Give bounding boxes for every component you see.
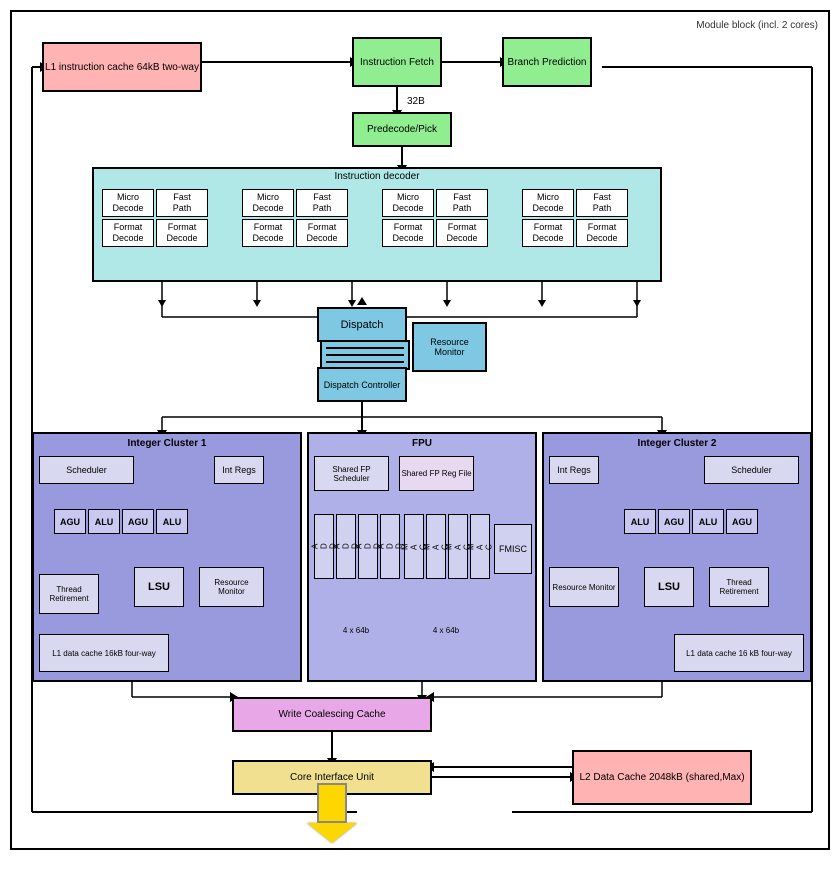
mac-2: MAC [426, 514, 446, 579]
fpu-label: FPU [412, 438, 432, 449]
fpu-add-bottom-label: 4 x 64b [314, 626, 398, 635]
thread-ret-2: Thread Retirement [709, 567, 769, 607]
mac-3: MAC [448, 514, 468, 579]
add-3: ADD [358, 514, 378, 579]
micro-decode-2: MicroDecode [242, 189, 294, 217]
format-decode-3b: FormatDecode [436, 219, 488, 247]
format-decode-2b: FormatDecode [296, 219, 348, 247]
write-coalescing-cache: Write Coalescing Cache [232, 697, 432, 732]
format-decode-4a: FormatDecode [522, 219, 574, 247]
fpu-mac-bottom-label: 4 x 64b [404, 626, 488, 635]
alu-2b: ALU [692, 509, 724, 534]
branch-prediction: Branch Prediction [502, 37, 592, 87]
l2-data-cache: L2 Data Cache 2048kB (shared,Max) [572, 750, 752, 805]
agu-1a: AGU [54, 509, 86, 534]
alu-1a: ALU [88, 509, 120, 534]
mac-4: MAC [470, 514, 490, 579]
micro-decode-1: MicroDecode [102, 189, 154, 217]
add-4: ADD [380, 514, 400, 579]
lsu-1: LSU [134, 567, 184, 607]
int-regs-2: Int Regs [549, 456, 599, 484]
micro-decode-3: MicroDecode [382, 189, 434, 217]
arrow-head [307, 823, 357, 843]
res-monitor-1: Resource Monitor [199, 567, 264, 607]
format-decode-2a: FormatDecode [242, 219, 294, 247]
micro-decode-4: MicroDecode [522, 189, 574, 217]
fast-path-1: FastPath [156, 189, 208, 217]
predecode-pick: Predecode/Pick [352, 112, 452, 147]
svg-text:32B: 32B [407, 96, 425, 107]
agu-1b: AGU [122, 509, 154, 534]
format-decode-4b: FormatDecode [576, 219, 628, 247]
instr-decoder-label: Instruction decoder [334, 171, 419, 182]
resource-monitor-dispatch: Resource Monitor [412, 322, 487, 372]
fpu-mac-group: MAC MAC MAC MAC [404, 514, 490, 579]
decode-group-2: MicroDecode FastPath FormatDecode Format… [242, 189, 348, 247]
scheduler-1: Scheduler [39, 456, 134, 484]
dispatch-block: Dispatch [317, 307, 407, 342]
module-label: Module block (incl. 2 cores) [696, 20, 818, 31]
fpu-add-group: ADD ADD ADD ADD [314, 514, 400, 579]
instruction-decoder: Instruction decoder MicroDecode FastPath… [92, 167, 662, 282]
thread-ret-1: Thread Retirement [39, 574, 99, 614]
l1-instruction-cache: L1 instruction cache 64kB two-way [42, 42, 202, 92]
dispatch-controller: Dispatch Controller [317, 367, 407, 402]
instruction-fetch: Instruction Fetch [352, 37, 442, 87]
shared-fp-reg-file: Shared FP Reg File [399, 456, 474, 491]
integer-cluster-1: Integer Cluster 1 Scheduler Int Regs AGU… [32, 432, 302, 682]
agu-2b: AGU [726, 509, 758, 534]
format-decode-1b: FormatDecode [156, 219, 208, 247]
agu-alu-row-1: AGU ALU AGU ALU [54, 509, 188, 534]
agu-alu-row-2: ALU AGU ALU AGU [624, 509, 758, 534]
add-1: ADD [314, 514, 334, 579]
integer-cluster-2: Integer Cluster 2 Int Regs Scheduler ALU… [542, 432, 812, 682]
decode-group-3: MicroDecode FastPath FormatDecode Format… [382, 189, 488, 247]
int-regs-1: Int Regs [214, 456, 264, 484]
fast-path-4: FastPath [576, 189, 628, 217]
res-monitor-2: Resource Monitor [549, 567, 619, 607]
format-decode-1a: FormatDecode [102, 219, 154, 247]
fmisc: FMISC [494, 524, 532, 574]
add-2: ADD [336, 514, 356, 579]
system-bus-arrow [307, 783, 357, 843]
scheduler-2: Scheduler [704, 456, 799, 484]
lsu-2: LSU [644, 567, 694, 607]
dispatch-queue [320, 340, 410, 370]
fast-path-2: FastPath [296, 189, 348, 217]
decode-group-1: MicroDecode FastPath FormatDecode Format… [102, 189, 208, 247]
l1-data-1: L1 data cache 16kB four-way [39, 634, 169, 672]
fpu-scheduler: Shared FP Scheduler [314, 456, 389, 491]
alu-1b: ALU [156, 509, 188, 534]
decode-group-4: MicroDecode FastPath FormatDecode Format… [522, 189, 628, 247]
fpu-block: FPU Shared FP Scheduler Shared FP Reg Fi… [307, 432, 537, 682]
cluster-2-label: Integer Cluster 2 [638, 438, 717, 449]
l1-data-2: L1 data cache 16 kB four-way [674, 634, 804, 672]
alu-2a: ALU [624, 509, 656, 534]
agu-2a: AGU [658, 509, 690, 534]
cluster-1-label: Integer Cluster 1 [128, 438, 207, 449]
mac-1: MAC [404, 514, 424, 579]
arrow-body [317, 783, 347, 823]
fast-path-3: FastPath [436, 189, 488, 217]
format-decode-3a: FormatDecode [382, 219, 434, 247]
main-container: Module block (incl. 2 cores) [10, 10, 830, 850]
